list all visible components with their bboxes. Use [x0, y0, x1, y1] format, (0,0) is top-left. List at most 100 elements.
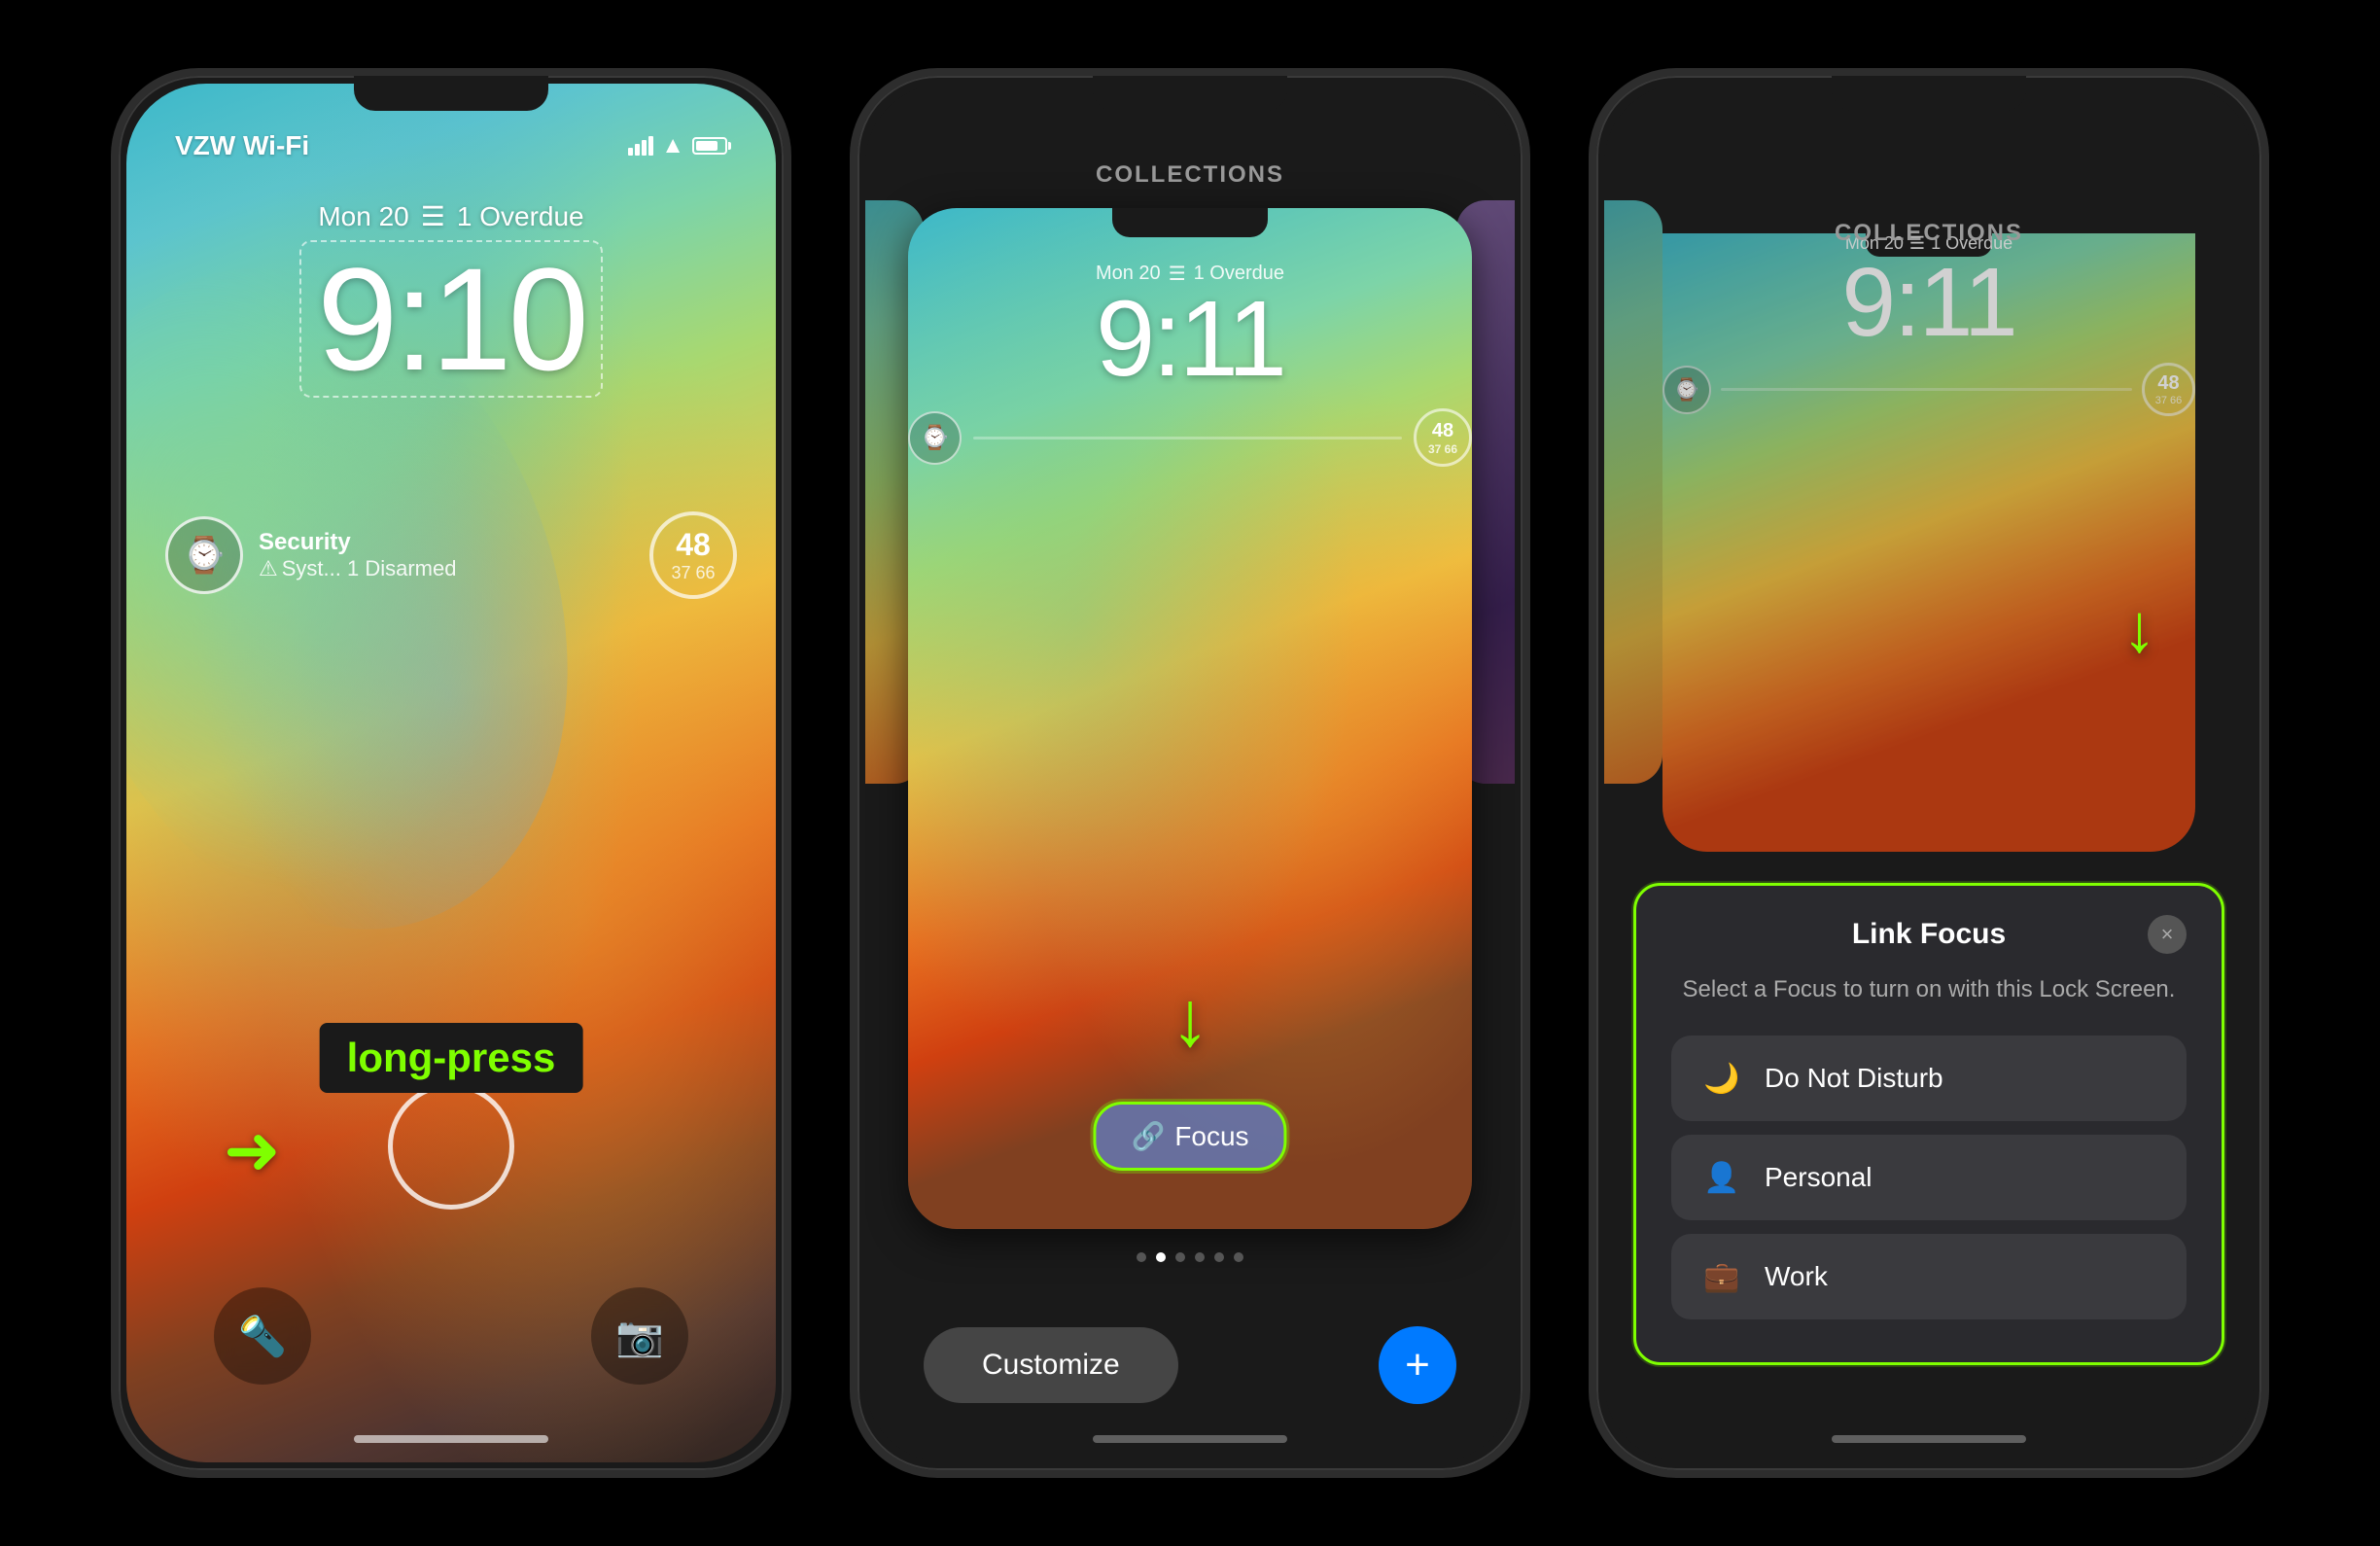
power-button-2 — [1526, 329, 1530, 416]
home-bar — [354, 1435, 548, 1443]
volume-down-button — [111, 465, 115, 552]
volume-down-button-3 — [1589, 465, 1592, 552]
mute-button — [111, 270, 115, 329]
focus-option-personal[interactable]: 👤 Personal — [1671, 1135, 2187, 1220]
dot-5 — [1234, 1252, 1243, 1262]
link-focus-header: Link Focus × — [1671, 915, 2187, 954]
focus-button[interactable]: 🔗 Focus — [1093, 1102, 1286, 1171]
phone3-mini-widgets: ⌚ 48 37 66 — [1662, 363, 2195, 416]
flashlight-icon: 🔦 — [238, 1314, 287, 1359]
mini-lockscreen: Mon 20 ☰ 1 Overdue 9:11 ⌚ 48 37 66 — [908, 208, 1472, 467]
security-title: Security — [259, 529, 456, 556]
temp-value: 48 — [676, 527, 711, 563]
customize-label: Customize — [982, 1349, 1120, 1381]
home-bar-3 — [1832, 1435, 2026, 1443]
security-icon: ⚠ — [259, 556, 278, 581]
mini-date-row: Mon 20 ☰ 1 Overdue — [908, 262, 1472, 286]
dot-3 — [1195, 1252, 1205, 1262]
work-label: Work — [1765, 1261, 1828, 1292]
long-press-label: long-press — [320, 1023, 583, 1093]
security-widget: Security ⚠ Syst... 1 Disarmed — [259, 529, 456, 581]
dot-0 — [1137, 1252, 1146, 1262]
wallpaper-card: Mon 20 ☰ 1 Overdue 9:11 ⌚ 48 37 66 — [908, 208, 1472, 1229]
flashlight-button[interactable]: 🔦 — [214, 1287, 311, 1385]
phone1-frame: VZW Wi-Fi ▲ — [111, 68, 791, 1478]
date-text: Mon 20 — [318, 201, 408, 232]
wifi-icon: ▲ — [661, 132, 684, 159]
close-button[interactable]: × — [2148, 915, 2187, 954]
mini-temp-widget: 48 37 66 — [1414, 408, 1472, 467]
mini-temp-val: 48 — [1432, 420, 1453, 442]
mini-date: Mon 20 — [1096, 263, 1161, 285]
camera-icon: 📷 — [615, 1314, 664, 1359]
mute-button-2 — [850, 270, 854, 329]
time-container: 9:10 ▾ — [299, 240, 603, 398]
work-icon: 💼 — [1698, 1253, 1745, 1300]
security-sub: ⚠ Syst... 1 Disarmed — [259, 556, 456, 581]
phone2-screen: COLLECTIONS Mon 20 ☰ 1 Overdue 9:11 — [865, 84, 1515, 1462]
power-button-3 — [2265, 329, 2269, 416]
phone3-collections-title: COLLECTIONS — [1835, 220, 2023, 247]
phone3-screen: COLLECTIONS Mon 20 ☰ 1 Overdue 9:11 ⌚ — [1604, 84, 2254, 1462]
battery-icon — [692, 137, 727, 155]
volume-up-button-3 — [1589, 358, 1592, 445]
mute-button-3 — [1589, 270, 1592, 329]
link-focus-description: Select a Focus to turn on with this Lock… — [1671, 973, 2187, 1006]
add-button[interactable]: + — [1379, 1326, 1456, 1404]
focus-arrow: ↓ — [1171, 974, 1209, 1064]
link-focus-title: Link Focus — [1710, 918, 2148, 951]
plus-icon: + — [1405, 1341, 1430, 1389]
phone3-side-peek-left — [1604, 200, 1662, 784]
mini-time: 9:11 — [908, 286, 1472, 393]
focus-option-work[interactable]: 💼 Work — [1671, 1234, 2187, 1319]
mini-watch-widget: ⌚ — [908, 411, 962, 465]
watch-widget: ⌚ — [165, 516, 243, 594]
mini-temp-range: 37 66 — [1428, 442, 1457, 456]
dot-1 — [1156, 1252, 1166, 1262]
volume-down-button-2 — [850, 465, 854, 552]
temp-range: 37 66 — [671, 563, 715, 583]
page-dots — [1137, 1252, 1243, 1262]
mini-overdue: 1 Overdue — [1194, 263, 1284, 285]
collections-title: COLLECTIONS — [1096, 161, 1284, 189]
overdue-text: 1 Overdue — [457, 201, 584, 232]
bottom-controls: 🔦 📷 — [126, 1287, 776, 1385]
phone2-bottom: Customize + — [865, 1326, 1515, 1404]
status-icons: ▲ — [628, 132, 727, 159]
status-bar: VZW Wi-Fi ▲ — [126, 130, 776, 161]
phone1-wallpaper: VZW Wi-Fi ▲ — [126, 84, 776, 1462]
mini-divider — [973, 437, 1402, 439]
phone3-wallpaper-preview: Mon 20 ☰ 1 Overdue 9:11 ⌚ 48 37 66 — [1662, 191, 2195, 852]
personal-label: Personal — [1765, 1162, 1872, 1193]
wallpaper-card-bg: Mon 20 ☰ 1 Overdue 9:11 ⌚ 48 37 66 — [908, 208, 1472, 1229]
security-sub-text: Syst... 1 Disarmed — [282, 556, 457, 581]
phones-container: VZW Wi-Fi ▲ — [0, 0, 2380, 1546]
volume-up-button-2 — [850, 358, 854, 445]
focus-option-dnd[interactable]: 🌙 Do Not Disturb — [1671, 1036, 2187, 1121]
watch-icon: ⌚ — [183, 535, 227, 576]
list-icon: ☰ — [421, 200, 445, 232]
focus-button-label: Focus — [1174, 1121, 1248, 1152]
collections-screen: COLLECTIONS Mon 20 ☰ 1 Overdue 9:11 — [865, 84, 1515, 1462]
lockscreen-datetime: Mon 20 ☰ 1 Overdue 9:10 ▾ — [126, 200, 776, 398]
link-icon: 🔗 — [1131, 1120, 1165, 1152]
card-notch — [1112, 208, 1268, 237]
volume-up-button — [111, 358, 115, 445]
time-display: 9:10 — [317, 237, 585, 401]
power-button — [788, 329, 791, 416]
phone1-screen: VZW Wi-Fi ▲ — [126, 84, 776, 1462]
phone3-mini-temp: 48 37 66 — [2142, 363, 2195, 416]
carrier-label: VZW Wi-Fi — [175, 130, 309, 161]
dot-4 — [1214, 1252, 1224, 1262]
customize-button[interactable]: Customize — [924, 1327, 1178, 1403]
camera-button[interactable]: 📷 — [591, 1287, 688, 1385]
link-focus-arrow: ↓ — [2122, 589, 2156, 667]
personal-icon: 👤 — [1698, 1154, 1745, 1201]
dot-2 — [1175, 1252, 1185, 1262]
phone3-frame: COLLECTIONS Mon 20 ☰ 1 Overdue 9:11 ⌚ — [1589, 68, 2269, 1478]
widgets-row: ⌚ Security ⚠ Syst... 1 Disarmed 48 37 66 — [165, 511, 737, 599]
link-focus-modal: Link Focus × Select a Focus to turn on w… — [1633, 883, 2224, 1365]
long-press-target — [388, 1083, 514, 1210]
phone3-wallpaper-bg: Mon 20 ☰ 1 Overdue 9:11 ⌚ 48 37 66 — [1662, 233, 2195, 852]
phone3-mini-watch: ⌚ — [1662, 366, 1711, 414]
